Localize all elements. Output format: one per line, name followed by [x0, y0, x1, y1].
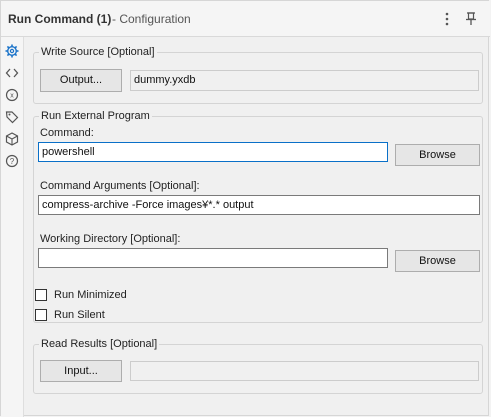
help-icon[interactable]: ?	[4, 153, 20, 169]
side-toolbar: x ?	[1, 37, 24, 417]
cube-icon[interactable]	[4, 131, 20, 147]
output-file-field[interactable]: dummy.yxdb	[130, 70, 479, 91]
read-results-legend: Read Results [Optional]	[39, 337, 160, 351]
run-silent-label[interactable]: Run Silent	[54, 309, 105, 321]
command-input[interactable]: powershell	[38, 142, 388, 162]
command-arguments-label: Command Arguments [Optional]:	[40, 180, 200, 192]
read-results-group: Read Results [Optional] Input...	[33, 337, 483, 394]
title-bar: Run Command (1) - Configuration	[1, 1, 490, 37]
write-source-legend: Write Source [Optional]	[39, 45, 157, 59]
run-external-legend: Run External Program	[39, 109, 152, 123]
pin-icon[interactable]	[463, 10, 479, 28]
run-minimized-label[interactable]: Run Minimized	[54, 289, 127, 301]
variable-icon[interactable]: x	[4, 87, 20, 103]
run-external-program-group: Run External Program Command: powershell…	[33, 109, 483, 323]
configuration-content: Write Source [Optional] Output... dummy.…	[24, 37, 490, 417]
svg-text:x: x	[10, 93, 14, 100]
working-directory-browse-button[interactable]: Browse	[395, 250, 480, 272]
run-silent-checkbox[interactable]	[35, 309, 47, 321]
more-vert-icon[interactable]	[439, 10, 455, 28]
working-directory-label: Working Directory [Optional]:	[40, 233, 181, 245]
command-label: Command:	[40, 127, 94, 139]
output-button[interactable]: Output...	[40, 69, 122, 92]
panel-subtitle: - Configuration	[112, 12, 191, 26]
gear-icon[interactable]	[4, 43, 20, 59]
input-file-field[interactable]	[130, 361, 479, 381]
svg-text:?: ?	[10, 157, 15, 166]
write-source-group: Write Source [Optional] Output... dummy.…	[33, 45, 483, 104]
run-minimized-checkbox[interactable]	[35, 289, 47, 301]
tool-title: Run Command (1)	[8, 12, 112, 26]
command-arguments-input[interactable]: compress-archive -Force images¥*.* outpu…	[38, 195, 480, 215]
tag-icon[interactable]	[4, 109, 20, 125]
working-directory-input[interactable]	[38, 248, 388, 268]
configuration-panel: Run Command (1) - Configuration x ? Writ…	[0, 0, 490, 417]
code-icon[interactable]	[4, 65, 20, 81]
command-browse-button[interactable]: Browse	[395, 144, 480, 166]
input-button[interactable]: Input...	[40, 360, 122, 382]
